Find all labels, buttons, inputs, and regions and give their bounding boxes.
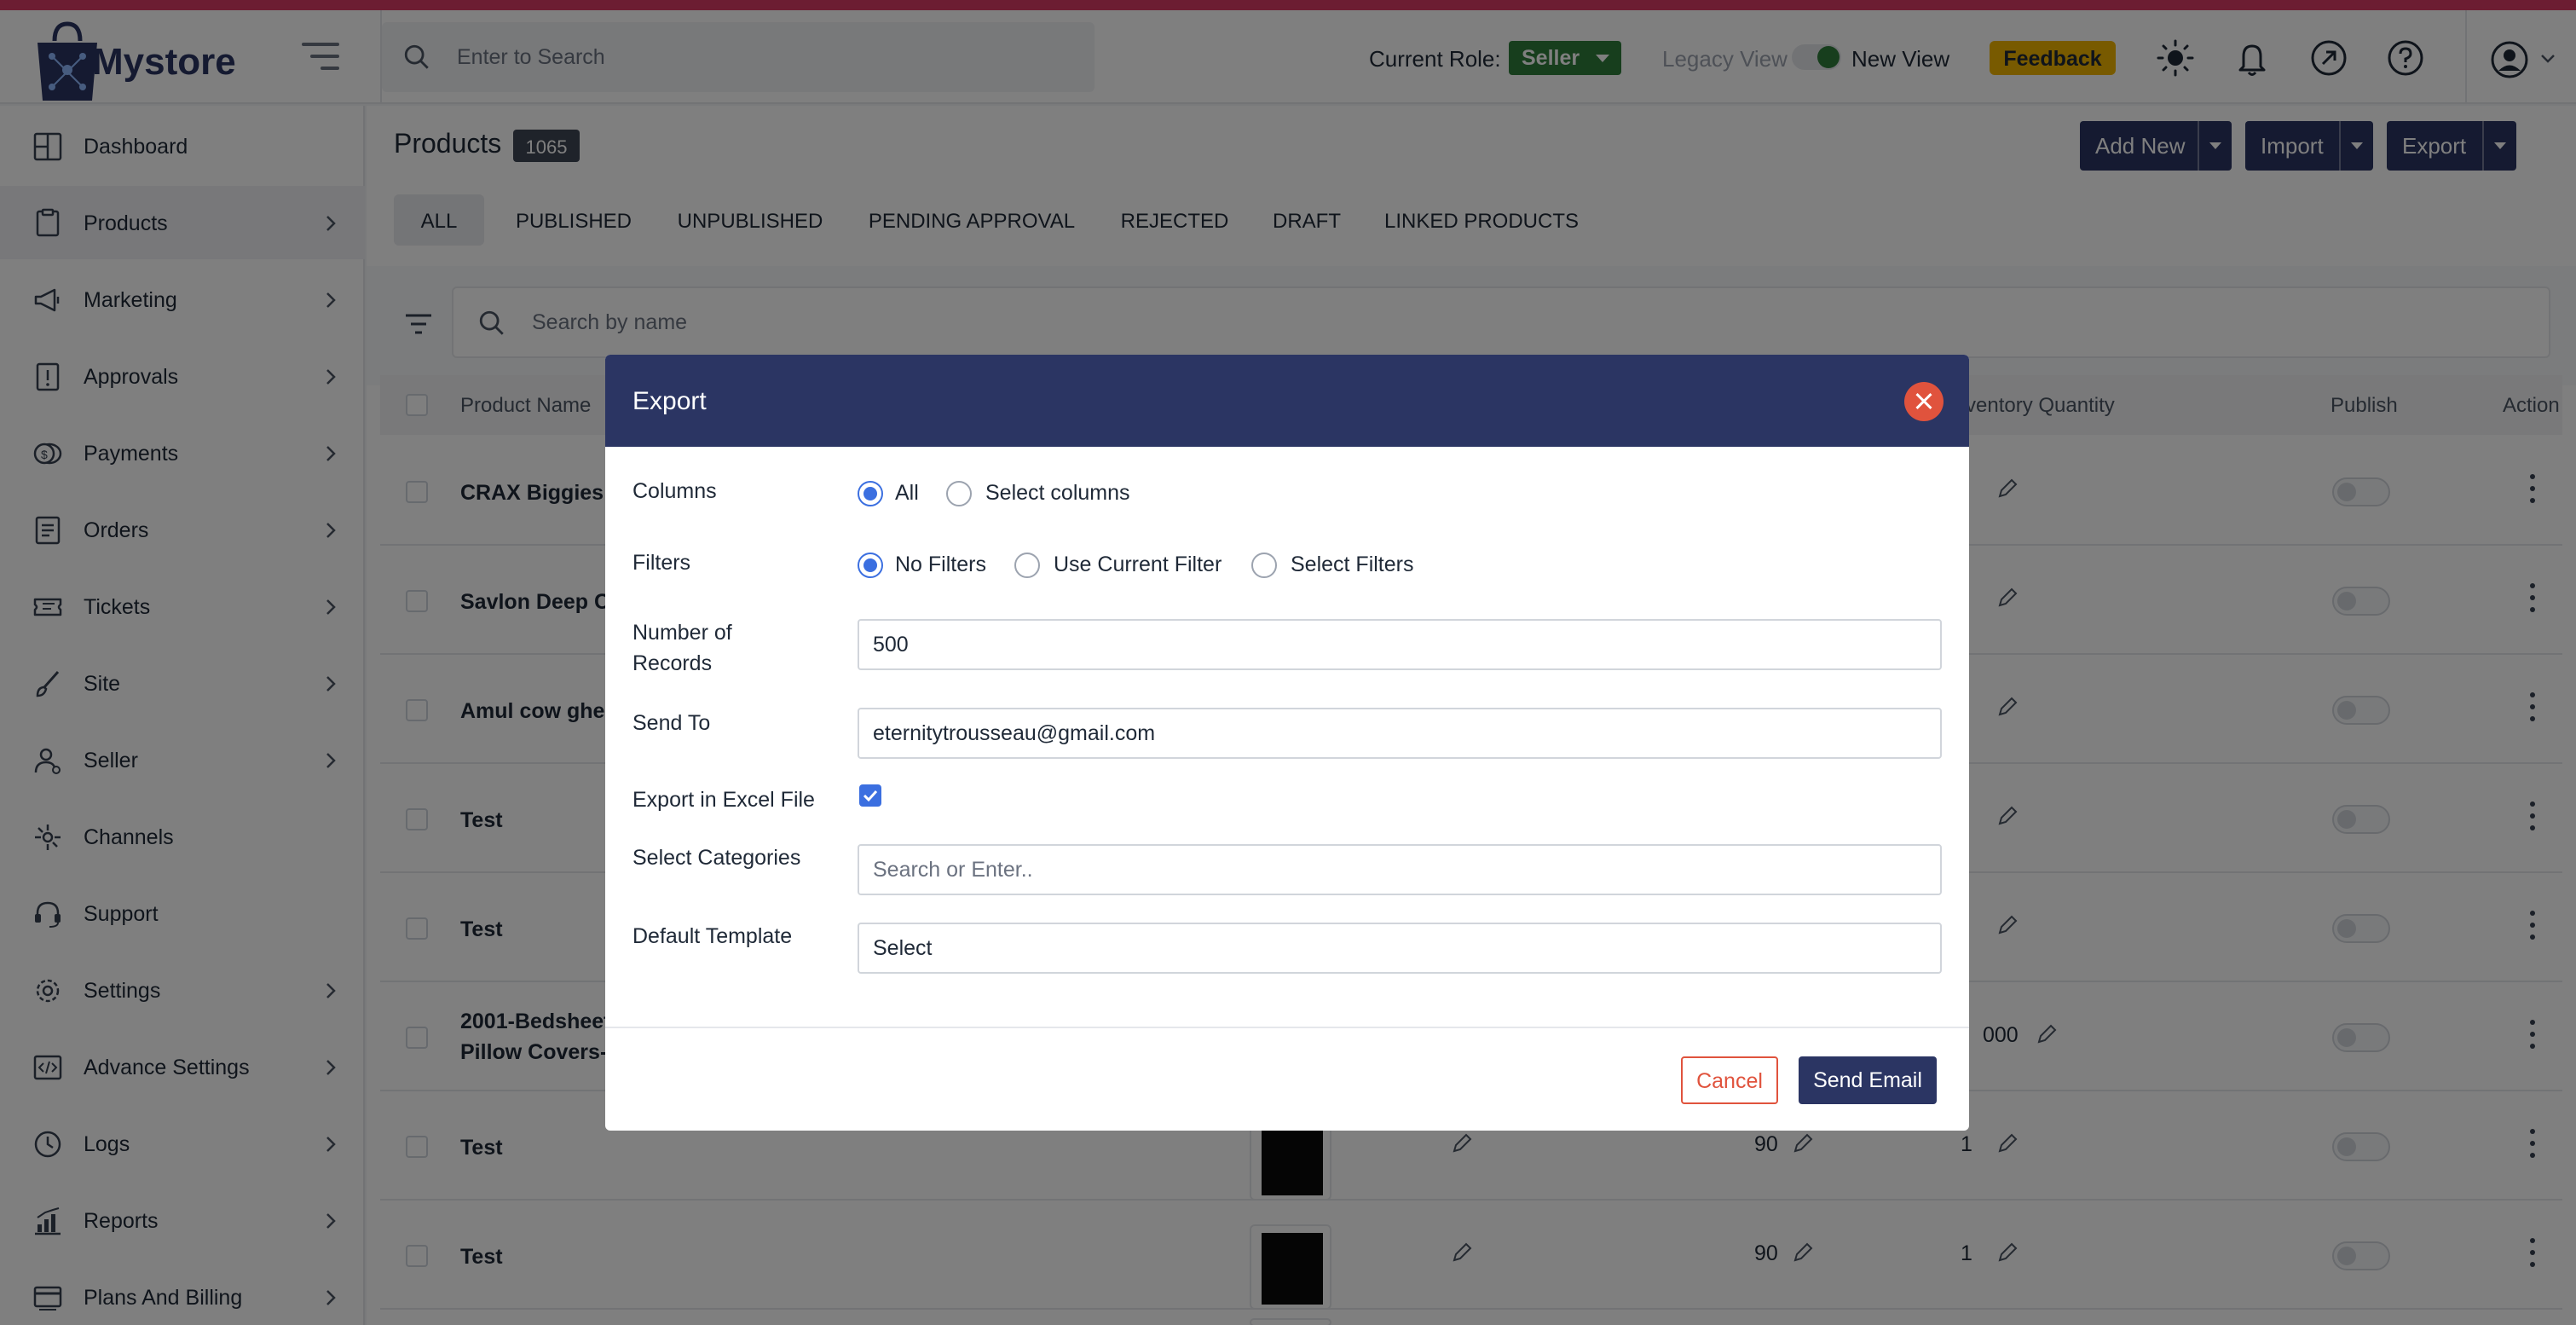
template-select[interactable] [858, 923, 1942, 974]
template-label: Default Template [632, 924, 793, 948]
select-filters-label: Select Filters [1291, 553, 1414, 576]
cancel-button[interactable]: Cancel [1681, 1056, 1778, 1104]
dialog-footer-divider [605, 1027, 1969, 1028]
categories-input[interactable] [858, 844, 1942, 895]
categories-label: Select Categories [632, 846, 801, 870]
no-filters-label: No Filters [895, 553, 986, 576]
excel-label: Export in Excel File [632, 788, 815, 812]
send-to-input[interactable] [858, 708, 1942, 759]
close-icon[interactable] [1904, 382, 1944, 421]
current-filter-radio[interactable] [1014, 553, 1040, 578]
columns-all-radio[interactable] [858, 481, 883, 506]
send-to-label: Send To [632, 711, 711, 735]
columns-select-radio[interactable] [946, 481, 972, 506]
filters-label: Filters [632, 551, 691, 575]
select-filters-radio[interactable] [1251, 553, 1277, 578]
columns-select-label: Select columns [985, 481, 1130, 505]
checkmark-icon [863, 790, 878, 802]
dialog-title: Export [632, 387, 707, 415]
export-dialog: Export Columns All Select columns Filter… [605, 355, 1969, 1131]
columns-label: Columns [632, 479, 717, 503]
columns-all-label: All [895, 481, 919, 505]
excel-checkbox[interactable] [859, 784, 881, 807]
send-email-button[interactable]: Send Email [1799, 1056, 1937, 1104]
current-filter-label: Use Current Filter [1054, 553, 1222, 576]
records-input[interactable] [858, 619, 1942, 670]
records-label: Number of Records [632, 621, 732, 675]
dialog-header: Export [605, 355, 1969, 447]
no-filters-radio[interactable] [858, 553, 883, 578]
